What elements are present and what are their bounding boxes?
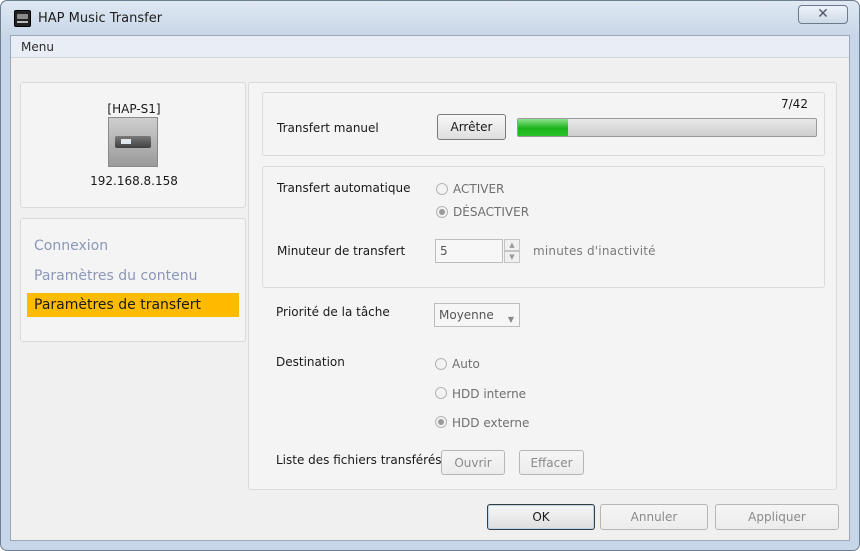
device-image [108,117,158,167]
client-area: Menu [HAP-S1] 192.168.8.158 Connexion Pa… [10,35,850,541]
progress-count: 7/42 [781,97,808,111]
radio-enable[interactable] [436,183,448,195]
device-ip: 192.168.8.158 [90,174,178,188]
file-list-label: Liste des fichiers transférés [276,453,442,467]
device-name: [HAP-S1] [107,102,161,116]
progress-fill [518,119,568,136]
radio-disable-label: DÉSACTIVER [453,205,530,219]
radio-dest-internal-label: HDD interne [452,387,527,401]
close-button[interactable]: ✕ [798,5,848,24]
nav-item-content-settings[interactable]: Paramètres du contenu [27,264,239,288]
app-icon [14,10,31,27]
auto-transfer-group: Transfert automatique ACTIVER DÉSACTIVER… [262,166,825,288]
priority-value: Moyenne [439,308,494,322]
transfer-progress-bar [517,118,817,137]
radio-dest-auto[interactable] [435,358,447,370]
menu-bar: Menu [11,36,849,58]
sidebar-nav: Connexion Paramètres du contenu Paramètr… [20,218,246,342]
radio-dest-internal[interactable] [435,387,447,399]
priority-label: Priorité de la tâche [276,305,390,319]
cancel-button[interactable]: Annuler [600,504,708,530]
timer-hint: minutes d'inactivité [533,244,656,258]
chevron-down-icon: ▼ [507,315,514,324]
nav-item-transfer-settings[interactable]: Paramètres de transfert [27,293,239,317]
priority-select[interactable]: Moyenne ▼ [434,303,520,327]
device-panel: [HAP-S1] 192.168.8.158 [20,82,246,208]
timer-label: Minuteur de transfert [277,244,406,258]
auto-transfer-label: Transfert automatique [277,181,411,195]
clear-button[interactable]: Effacer [519,450,584,475]
radio-dest-external-label: HDD externe [452,416,530,430]
nav-item-connexion[interactable]: Connexion [27,234,239,258]
destination-label: Destination [276,355,345,369]
transfer-settings-panel: 7/42 Transfert manuel Arrêter Transfert … [248,82,837,490]
open-button[interactable]: Ouvrir [441,450,505,475]
radio-dest-external[interactable] [435,416,447,428]
spin-down-icon[interactable]: ▼ [504,251,520,263]
radio-disable[interactable] [436,206,448,218]
radio-dest-auto-label: Auto [452,357,480,371]
manual-transfer-group: 7/42 Transfert manuel Arrêter [262,92,825,156]
menu-item-menu[interactable]: Menu [21,40,54,54]
window-title: HAP Music Transfer [38,11,163,26]
timer-input[interactable]: 5 [435,239,503,263]
ok-button[interactable]: OK [487,504,595,530]
spin-up-icon[interactable]: ▲ [504,239,520,251]
radio-enable-label: ACTIVER [453,182,505,196]
title-bar: HAP Music Transfer ✕ [1,1,859,35]
stop-button[interactable]: Arrêter [437,114,506,140]
apply-button[interactable]: Appliquer [715,504,839,530]
app-window: HAP Music Transfer ✕ Menu [HAP-S1] 192.1… [0,0,860,551]
manual-transfer-label: Transfert manuel [277,121,379,135]
